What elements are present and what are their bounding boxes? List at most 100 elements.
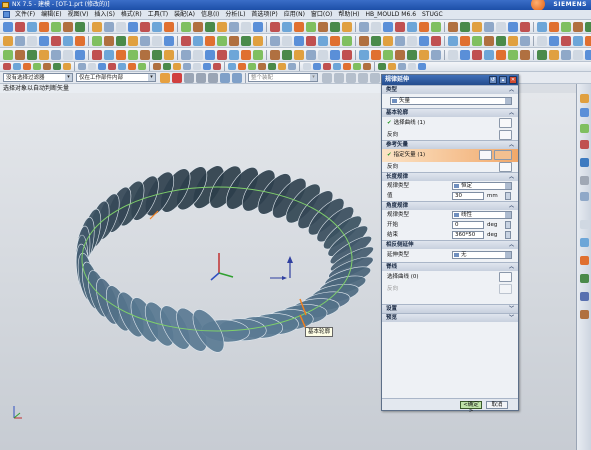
toolbar-tool-icon[interactable] (460, 49, 470, 60)
toolbar-tool-icon[interactable] (318, 35, 328, 46)
toolbar-tool-icon[interactable] (520, 49, 530, 60)
toolbar-tool-icon[interactable] (241, 49, 251, 60)
toolbar-tool-icon[interactable] (253, 21, 263, 32)
base-profile-select-row[interactable]: ✔ 选择曲线 (1) (382, 117, 518, 130)
toolbar-tool-icon[interactable] (431, 21, 441, 32)
menu-start-icon[interactable] (3, 11, 10, 18)
snap-midpoint-icon[interactable] (334, 72, 344, 83)
toolbar-tool-icon[interactable] (152, 35, 162, 46)
ok-button[interactable]: <确定> (460, 401, 482, 414)
toolbar-tool-icon[interactable] (153, 63, 161, 70)
toolbar-tool-icon[interactable] (573, 49, 583, 60)
curve-select-icon[interactable] (499, 272, 512, 282)
toolbar-tool-icon[interactable] (238, 63, 246, 70)
ref-vector-select-row[interactable]: ✔ 指定矢量 (1) (382, 149, 518, 162)
select-tool-icon[interactable] (160, 72, 170, 83)
toolbar-tool-icon[interactable] (164, 21, 174, 32)
toolbar-tool-icon[interactable] (138, 63, 146, 70)
menu-edit[interactable]: 编辑(E) (38, 10, 64, 20)
toolbar-tool-icon[interactable] (228, 63, 236, 70)
toolbar-tool-icon[interactable] (431, 49, 441, 60)
toolbar-tool-icon[interactable] (205, 35, 215, 46)
menu-info[interactable]: 信息(I) (198, 10, 222, 20)
part-navigator-icon[interactable] (580, 124, 589, 133)
toolbar-tool-icon[interactable] (205, 21, 215, 32)
snap-endpoint-icon[interactable] (322, 72, 332, 83)
toolbar-tool-icon[interactable] (181, 35, 191, 46)
toolbar-tool-icon[interactable] (407, 35, 417, 46)
extension-type-select[interactable]: 无 (452, 251, 512, 259)
toolbar-tool-icon[interactable] (92, 49, 102, 60)
toolbar-tool-icon[interactable] (520, 35, 530, 46)
toolbar-tool-icon[interactable] (152, 49, 162, 60)
cancel-button[interactable]: 取消 (486, 401, 508, 409)
toolbar-tool-icon[interactable] (27, 21, 37, 32)
toolbar-tool-icon[interactable] (183, 63, 191, 70)
unit-menu-icon[interactable] (505, 231, 511, 239)
toolbar-tool-icon[interactable] (3, 63, 11, 70)
toolbar-tool-icon[interactable] (164, 35, 174, 46)
toolbar-tool-icon[interactable] (418, 63, 426, 70)
toolbar-tool-icon[interactable] (253, 35, 263, 46)
menu-tools[interactable]: 工具(T) (145, 10, 171, 20)
toolbar-tool-icon[interactable] (270, 49, 280, 60)
toolbar-tool-icon[interactable] (330, 49, 340, 60)
toolbar-tool-icon[interactable] (294, 35, 304, 46)
toolbar-tool-icon[interactable] (205, 49, 215, 60)
toolbar-tool-icon[interactable] (330, 35, 340, 46)
toolbar-tool-icon[interactable] (363, 63, 371, 70)
toolbar-tool-icon[interactable] (229, 21, 239, 32)
toolbar-tool-icon[interactable] (128, 35, 138, 46)
select-edge-icon[interactable] (208, 72, 218, 83)
select-point-icon[interactable] (232, 72, 242, 83)
toolbar-tool-icon[interactable] (3, 49, 13, 60)
toolbar-tool-icon[interactable] (88, 63, 96, 70)
toolbar-tool-icon[interactable] (33, 63, 41, 70)
toolbar-tool-icon[interactable] (241, 21, 251, 32)
length-law-type-select[interactable]: 恒定 (452, 182, 512, 190)
snap-intersection-icon[interactable] (370, 72, 380, 83)
toolbar-tool-icon[interactable] (585, 49, 591, 60)
toolbar-tool-icon[interactable] (353, 63, 361, 70)
menu-help[interactable]: 帮助(H) (335, 10, 362, 20)
type-filter-select[interactable]: 没有选择过滤器 ▾ (3, 73, 73, 82)
toolbar-tool-icon[interactable] (549, 35, 559, 46)
toolbar-tool-icon[interactable] (318, 21, 328, 32)
toolbar-tool-icon[interactable] (288, 63, 296, 70)
toolbar-tool-icon[interactable] (203, 63, 211, 70)
angle-end-input[interactable]: 360*50 (452, 231, 484, 239)
toolbar-tool-icon[interactable] (294, 21, 304, 32)
toolbar-tool-icon[interactable] (318, 49, 328, 60)
section-opposite-extension[interactable]: 相反侧延伸 ︿ (382, 240, 518, 249)
toolbar-tool-icon[interactable] (282, 35, 292, 46)
toolbar-tool-icon[interactable] (460, 21, 470, 32)
toolbar-tool-icon[interactable] (313, 63, 321, 70)
toolbar-tool-icon[interactable] (520, 21, 530, 32)
toolbar-tool-icon[interactable] (407, 21, 417, 32)
toolbar-tool-icon[interactable] (395, 35, 405, 46)
section-preview[interactable]: 预览 ﹀ (382, 313, 518, 322)
toolbar-tool-icon[interactable] (118, 63, 126, 70)
section-settings[interactable]: 设置 ﹀ (382, 304, 518, 313)
toolbar-tool-icon[interactable] (193, 49, 203, 60)
select-body-icon[interactable] (196, 72, 206, 83)
toolbar-tool-icon[interactable] (343, 63, 351, 70)
toolbar-tool-icon[interactable] (63, 35, 73, 46)
menu-preferences[interactable]: 首选项(P) (248, 10, 280, 20)
toolbar-tool-icon[interactable] (229, 49, 239, 60)
web-browser-icon[interactable] (580, 158, 589, 167)
toolbar-tool-icon[interactable] (395, 21, 405, 32)
clock-icon[interactable] (580, 220, 589, 229)
toolbar-tool-icon[interactable] (181, 21, 191, 32)
toolbar-tool-icon[interactable] (258, 63, 266, 70)
reuse-library-icon[interactable] (580, 140, 589, 149)
toolbar-tool-icon[interactable] (152, 21, 162, 32)
toolbar-tool-icon[interactable] (573, 35, 583, 46)
toolbar-tool-icon[interactable] (270, 35, 280, 46)
palette-icon[interactable] (580, 292, 589, 301)
toolbar-tool-icon[interactable] (27, 49, 37, 60)
menu-file[interactable]: 文件(F) (12, 10, 38, 20)
menu-window[interactable]: 窗口(O) (308, 10, 335, 20)
toolbar-tool-icon[interactable] (92, 35, 102, 46)
history-icon[interactable] (580, 176, 589, 185)
